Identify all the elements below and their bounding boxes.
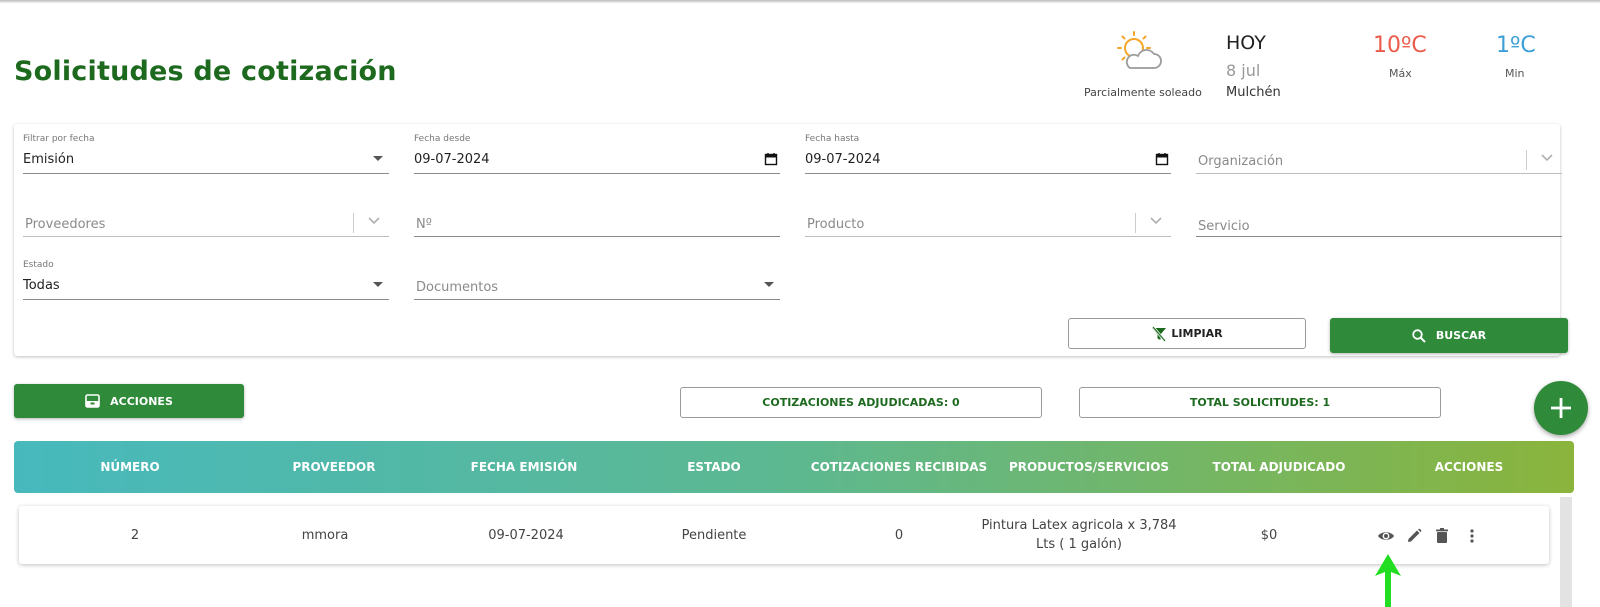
caret-down-icon: [373, 156, 383, 161]
weather-condition: Parcialmente soleado: [1084, 86, 1202, 99]
caret-down-icon: [764, 282, 774, 287]
table-header: NÚMERO PROVEEDOR FECHA EMISIÓN ESTADO CO…: [14, 441, 1574, 493]
date-filter-label: Filtrar por fecha: [23, 134, 95, 144]
date-to-value: 09-07-2024: [805, 152, 881, 167]
date-to-label: Fecha hasta: [805, 134, 860, 144]
number-placeholder: Nº: [416, 217, 432, 232]
inbox-icon: [85, 394, 100, 408]
service-input[interactable]: Servicio: [1196, 197, 1562, 237]
temperature-max-label: Máx: [1389, 67, 1412, 80]
awarded-quotes-badge[interactable]: COTIZACIONES ADJUDICADAS: 0: [680, 387, 1042, 418]
select-separator: [1526, 150, 1527, 170]
service-placeholder: Servicio: [1198, 219, 1250, 234]
date-from-value: 09-07-2024: [414, 152, 490, 167]
temperature-min: 1ºC: [1496, 33, 1536, 58]
top-shadow-line: [0, 0, 1600, 3]
weather-today-label: HOY: [1226, 32, 1266, 54]
suppliers-placeholder: Proveedores: [25, 217, 106, 232]
search-button[interactable]: BUSCAR: [1330, 318, 1568, 353]
suppliers-select[interactable]: Proveedores: [23, 197, 389, 237]
calendar-icon[interactable]: [764, 152, 778, 166]
clear-filters-button[interactable]: LIMPIAR: [1068, 318, 1306, 349]
documents-placeholder: Documentos: [416, 280, 499, 295]
filter-panel: Filtrar por fecha Emisión Fecha desde 09…: [14, 124, 1562, 356]
cell-fecha-emision: 09-07-2024: [488, 527, 564, 543]
column-header[interactable]: NÚMERO: [14, 441, 246, 493]
table-row[interactable]: 2 mmora 09-07-2024 Pendiente 0 Pintura L…: [19, 506, 1549, 564]
date-from-label: Fecha desde: [414, 134, 471, 144]
weather-date: 8 jul: [1226, 61, 1261, 80]
product-line: Lts ( 1 galón): [1036, 537, 1122, 552]
product-placeholder: Producto: [807, 217, 865, 232]
organization-placeholder: Organización: [1198, 154, 1284, 169]
documents-select[interactable]: Documentos: [414, 260, 780, 300]
cell-productos: Pintura Latex agricola x 3,784 Lts ( 1 g…: [969, 506, 1189, 564]
number-input[interactable]: Nº: [414, 197, 780, 237]
column-header[interactable]: ESTADO: [619, 441, 809, 493]
select-separator: [1135, 213, 1136, 233]
temperature-min-label: Min: [1505, 67, 1525, 80]
column-header[interactable]: ACCIONES: [1374, 441, 1564, 493]
status-value: Todas: [23, 278, 60, 293]
column-header[interactable]: FECHA EMISIÓN: [429, 441, 619, 493]
chevron-down-icon[interactable]: [1540, 150, 1554, 164]
cell-total-adjudicado: $0: [1260, 527, 1278, 543]
search-button-label: BUSCAR: [1435, 329, 1487, 342]
date-filter-select[interactable]: Filtrar por fecha Emisión: [23, 134, 389, 174]
pencil-icon[interactable]: [1405, 527, 1423, 545]
more-vert-icon[interactable]: [1463, 527, 1481, 545]
product-line: Pintura Latex agricola x 3,784: [981, 518, 1177, 533]
column-header[interactable]: PRODUCTOS/SERVICIOS: [994, 441, 1184, 493]
annotation-arrow-icon: [1375, 554, 1401, 607]
trash-icon[interactable]: [1433, 527, 1451, 545]
add-request-button[interactable]: [1534, 381, 1588, 435]
plus-icon: [1551, 398, 1571, 418]
weather-city: Mulchén: [1226, 85, 1281, 100]
date-to-input[interactable]: Fecha hasta 09-07-2024: [805, 134, 1171, 174]
organization-select[interactable]: Organización: [1196, 134, 1562, 174]
column-header[interactable]: COTIZACIONES RECIBIDAS: [804, 441, 994, 493]
partly-sunny-icon: [1117, 31, 1162, 69]
cell-proveedor: mmora: [301, 527, 349, 543]
chevron-down-icon[interactable]: [367, 213, 381, 227]
clear-filters-label: LIMPIAR: [1171, 327, 1223, 340]
column-header[interactable]: PROVEEDOR: [239, 441, 429, 493]
total-requests-badge[interactable]: TOTAL SOLICITUDES: 1: [1079, 387, 1441, 418]
table-scrollbar[interactable]: [1560, 497, 1572, 607]
cell-cotizaciones-recibidas: 0: [894, 527, 904, 543]
chevron-down-icon[interactable]: [1149, 213, 1163, 227]
actions-button[interactable]: ACCIONES: [14, 384, 244, 418]
caret-down-icon: [373, 282, 383, 287]
cell-numero: 2: [130, 527, 140, 543]
cell-estado: Pendiente: [681, 527, 747, 543]
eye-icon[interactable]: [1377, 527, 1395, 545]
calendar-icon[interactable]: [1155, 152, 1169, 166]
filter-off-icon: [1152, 325, 1167, 342]
column-header[interactable]: TOTAL ADJUDICADO: [1184, 441, 1374, 493]
page-title: Solicitudes de cotización: [14, 56, 397, 87]
status-label: Estado: [23, 260, 54, 270]
status-select[interactable]: Estado Todas: [23, 260, 389, 300]
select-separator: [353, 213, 354, 233]
temperature-max: 10ºC: [1373, 33, 1427, 58]
date-filter-value: Emisión: [23, 152, 75, 167]
date-from-input[interactable]: Fecha desde 09-07-2024: [414, 134, 780, 174]
product-select[interactable]: Producto: [805, 197, 1171, 237]
search-icon: [1412, 328, 1426, 343]
actions-button-label: ACCIONES: [110, 394, 173, 408]
